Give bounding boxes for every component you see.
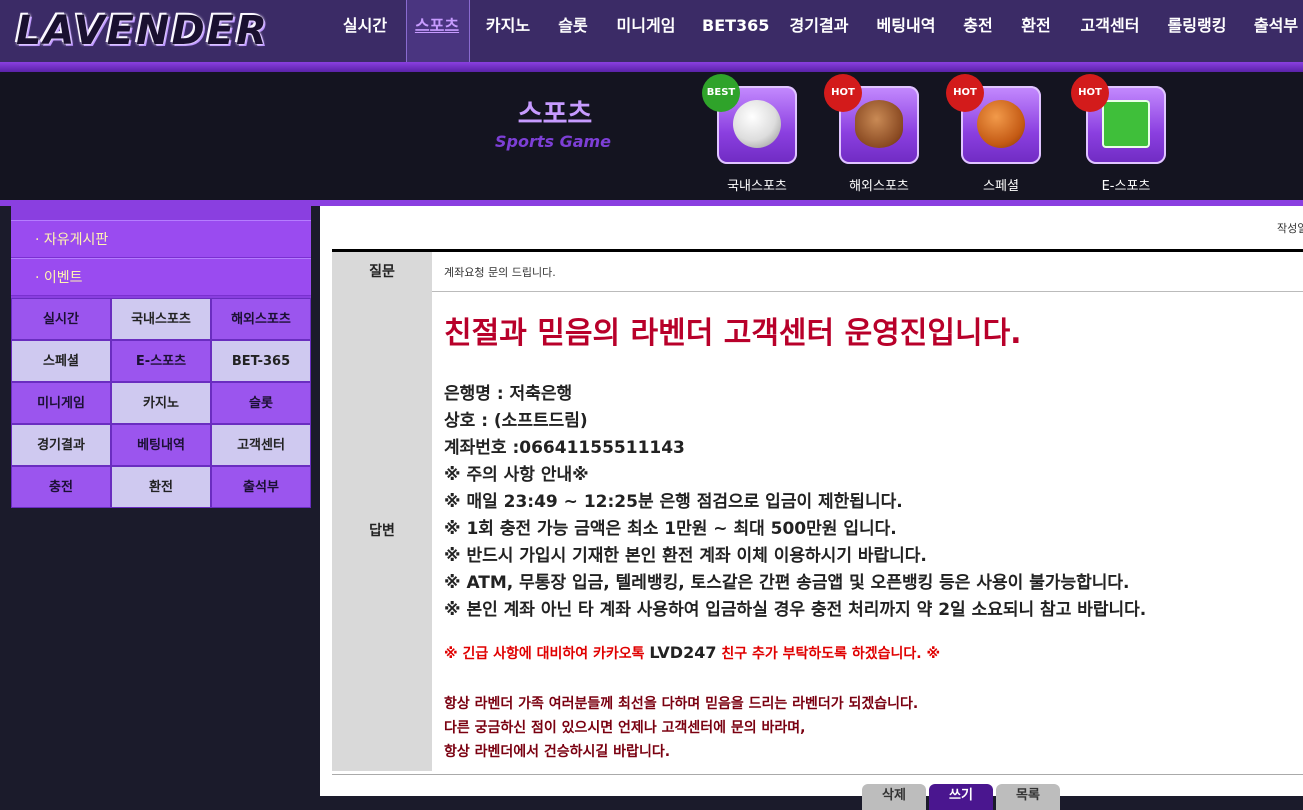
nav-item-rolling-rank[interactable]: 롤링랭킹 bbox=[1165, 0, 1229, 62]
soccer-ball-icon bbox=[733, 100, 781, 148]
list-button[interactable]: 목록 bbox=[996, 784, 1060, 810]
site-logo[interactable]: LAVENDER bbox=[16, 4, 269, 58]
soccer-field-icon bbox=[1102, 100, 1150, 148]
quick-results[interactable]: 경기결과 bbox=[11, 424, 111, 466]
nav-item-attendance[interactable]: 출석부 bbox=[1251, 0, 1301, 62]
writer-date-label: 작성일 bbox=[1277, 222, 1303, 235]
nav-item-support[interactable]: 고객센터 bbox=[1078, 0, 1142, 62]
closing-line-1: 항상 라벤더 가족 여러분들께 최선을 다하며 믿음을 드리는 라벤더가 되겠습… bbox=[444, 696, 919, 712]
nav-item-sports[interactable]: 스포츠 bbox=[412, 0, 462, 62]
nav-item-live[interactable]: 실시간 bbox=[342, 0, 388, 62]
answer-line-notice: ※ 주의 사항 안내※ bbox=[444, 465, 589, 485]
quick-esports[interactable]: E-스포츠 bbox=[111, 340, 211, 382]
sidebar-link-event[interactable]: · 이벤트 bbox=[11, 258, 311, 296]
quick-domestic-sports[interactable]: 국내스포츠 bbox=[111, 298, 211, 340]
answer-line-atm: ※ ATM, 무통장 입금, 텔레뱅킹, 토스같은 간편 송금앱 및 오픈뱅킹 … bbox=[444, 573, 1130, 593]
answer-line-bank: 은행명 : 저축은행 bbox=[444, 384, 573, 404]
urgent-pre: ※ 긴급 사항에 대비하여 카카오톡 bbox=[444, 646, 650, 662]
quick-bet-history[interactable]: 베팅내역 bbox=[111, 424, 211, 466]
nav-item-withdraw[interactable]: 환전 bbox=[1019, 0, 1053, 62]
nav-item-bet365[interactable]: BET365 bbox=[702, 0, 769, 62]
football-icon bbox=[855, 100, 903, 148]
quick-deposit[interactable]: 충전 bbox=[11, 466, 111, 508]
answer-line-other-account: ※ 본인 계좌 아닌 타 계좌 사용하여 입금하실 경우 충전 처리까지 약 2… bbox=[444, 600, 1147, 620]
hot-badge: HOT bbox=[946, 74, 984, 112]
nav-item-minigame[interactable]: 미니게임 bbox=[615, 0, 677, 62]
game-label-special[interactable]: 스페셜 bbox=[941, 175, 1061, 194]
row-divider bbox=[432, 291, 1303, 292]
quick-slot[interactable]: 슬롯 bbox=[211, 382, 311, 424]
quick-menu-grid: 실시간 국내스포츠 해외스포츠 스페셜 E-스포츠 BET-365 미니게임 카… bbox=[11, 298, 311, 508]
nav-item-casino[interactable]: 카지노 bbox=[485, 0, 531, 62]
answer-title: 친절과 믿음의 라벤더 고객센터 운영진입니다. bbox=[444, 316, 1022, 351]
quick-casino[interactable]: 카지노 bbox=[111, 382, 211, 424]
basketball-icon bbox=[977, 100, 1025, 148]
nav-item-bet-history[interactable]: 베팅내역 bbox=[874, 0, 938, 62]
sidebar-link-free-board[interactable]: · 자유게시판 bbox=[11, 220, 311, 258]
game-label-esports[interactable]: E-스포츠 bbox=[1066, 175, 1186, 194]
quick-special[interactable]: 스페셜 bbox=[11, 340, 111, 382]
nav-item-results[interactable]: 경기결과 bbox=[787, 0, 851, 62]
answer-line-name: 상호 : (소프트드림) bbox=[444, 411, 588, 431]
quick-bet365[interactable]: BET-365 bbox=[211, 340, 311, 382]
closing-line-2: 다른 궁금하신 점이 있으시면 언제나 고객센터에 문의 바라며, bbox=[444, 720, 806, 736]
logo-text: LAVENDER bbox=[16, 8, 269, 54]
nav-underline bbox=[0, 62, 1303, 72]
nav-item-deposit[interactable]: 충전 bbox=[961, 0, 995, 62]
quick-attendance[interactable]: 출석부 bbox=[211, 466, 311, 508]
quick-support[interactable]: 고객센터 bbox=[211, 424, 311, 466]
quick-minigame[interactable]: 미니게임 bbox=[11, 382, 111, 424]
answer-line-limit: ※ 1회 충전 가능 금액은 최소 1만원 ~ 최대 500만원 입니다. bbox=[444, 519, 897, 539]
urgent-notice: ※ 긴급 사항에 대비하여 카카오톡 LVD247 친구 추가 부탁하도록 하겠… bbox=[444, 643, 940, 663]
closing-line-3: 항상 라벤더에서 건승하시길 바랍니다. bbox=[444, 744, 671, 760]
delete-button[interactable]: 삭제 bbox=[862, 784, 926, 810]
game-label-overseas[interactable]: 해외스포츠 bbox=[819, 175, 939, 194]
best-badge: BEST bbox=[702, 74, 740, 112]
question-header: 질문 bbox=[332, 252, 432, 293]
urgent-post: 친구 추가 부탁하도록 하겠습니다. ※ bbox=[716, 646, 941, 662]
answer-header: 답변 bbox=[332, 292, 432, 771]
question-text: 계좌요청 문의 드립니다. bbox=[444, 266, 556, 279]
kakao-id: LVD247 bbox=[649, 643, 717, 662]
write-button[interactable]: 쓰기 bbox=[929, 784, 993, 810]
quick-live[interactable]: 실시간 bbox=[11, 298, 111, 340]
answer-line-own-account: ※ 반드시 가입시 기재한 본인 환전 계좌 이체 이용하시기 바랍니다. bbox=[444, 546, 927, 566]
nav-item-slot[interactable]: 슬롯 bbox=[556, 0, 590, 62]
hot-badge: HOT bbox=[824, 74, 862, 112]
answer-line-maintenance: ※ 매일 23:49 ~ 12:25분 은행 점검으로 입금이 제한됩니다. bbox=[444, 492, 903, 512]
quick-overseas-sports[interactable]: 해외스포츠 bbox=[211, 298, 311, 340]
banner-subtitle: Sports Game bbox=[494, 132, 612, 151]
hot-badge: HOT bbox=[1071, 74, 1109, 112]
answer-line-account: 계좌번호 :06641155511143 bbox=[444, 438, 685, 458]
banner-title: 스포츠 bbox=[517, 99, 593, 130]
game-label-domestic[interactable]: 국내스포츠 bbox=[697, 175, 817, 194]
quick-withdraw[interactable]: 환전 bbox=[111, 466, 211, 508]
